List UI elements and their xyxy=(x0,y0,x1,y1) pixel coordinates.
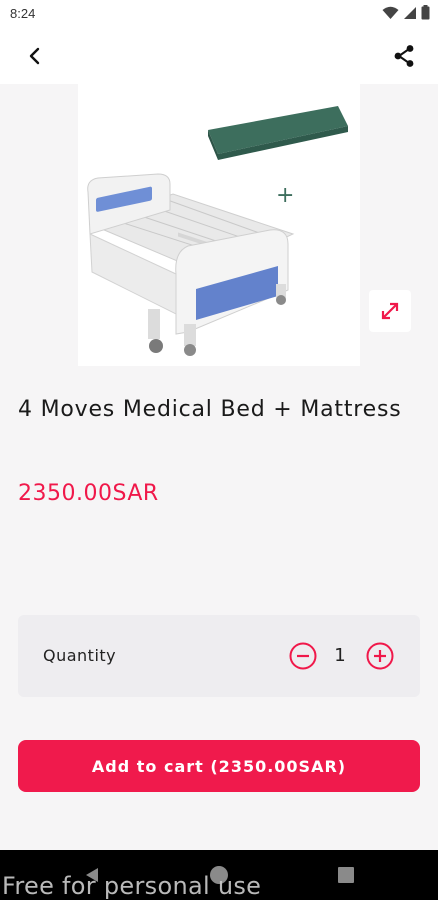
medical-bed-image: + xyxy=(87,106,348,356)
share-icon xyxy=(394,45,414,67)
nav-recents-icon[interactable] xyxy=(338,867,354,883)
back-button[interactable] xyxy=(18,40,50,72)
quantity-value: 1 xyxy=(334,645,346,666)
bed-leg xyxy=(148,309,160,339)
image-plus-sign: + xyxy=(276,183,294,208)
status-time: 8:24 xyxy=(10,6,36,21)
product-detail-content: + 4 Moves Medical Bed + Mattress 2350.00… xyxy=(0,84,438,850)
add-to-cart-button[interactable]: Add to cart (2350.00SAR) xyxy=(18,740,420,792)
quantity-selector: Quantity 1 xyxy=(18,615,420,697)
bed-wheel xyxy=(149,339,163,353)
signal-icon xyxy=(404,6,416,19)
bed-leg xyxy=(184,324,196,346)
wifi-icon xyxy=(382,6,399,19)
system-navigation-bar: Free for personal use xyxy=(0,850,438,900)
bed-wheel xyxy=(184,344,196,356)
quantity-label: Quantity xyxy=(43,646,117,665)
product-image[interactable]: + xyxy=(78,84,360,366)
product-title: 4 Moves Medical Bed + Mattress xyxy=(18,397,402,422)
back-arrow-icon xyxy=(29,47,40,65)
increase-quantity-button[interactable] xyxy=(366,642,394,670)
expand-icon xyxy=(381,302,399,320)
share-button[interactable] xyxy=(388,40,420,72)
product-price: 2350.00SAR xyxy=(18,481,159,506)
status-icons xyxy=(382,5,430,20)
expand-image-button[interactable] xyxy=(369,290,411,332)
app-top-bar xyxy=(0,28,438,84)
battery-icon xyxy=(421,5,430,20)
minus-circle-icon xyxy=(289,642,317,670)
status-bar: 8:24 xyxy=(0,0,438,28)
watermark-text: Free for personal use xyxy=(2,872,262,900)
plus-circle-icon xyxy=(366,642,394,670)
decrease-quantity-button[interactable] xyxy=(289,642,317,670)
bed-wheel xyxy=(276,295,286,305)
